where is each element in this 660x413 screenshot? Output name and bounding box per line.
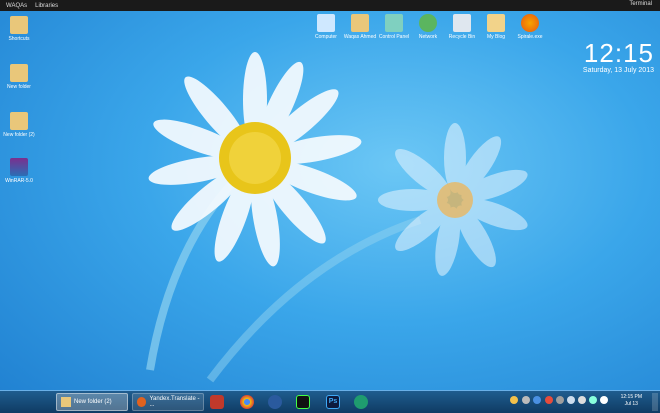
desktop-icon-label: Computer — [315, 34, 337, 40]
desktop-icon-label: Spirale.exe — [517, 34, 543, 40]
desktop-icon-label: My Blog — [486, 34, 506, 40]
desktop-icon-label: New folder — [7, 84, 31, 90]
menu-item-waqas[interactable]: WAQAs — [6, 3, 27, 9]
show-desktop-button[interactable] — [652, 393, 658, 411]
wallpaper-flowers — [146, 52, 528, 383]
taskbar-button-label: New folder (2) — [74, 399, 112, 405]
clock-time: 12:15 — [583, 38, 654, 68]
desktop-icon-label: WinRAR-5.0 — [5, 178, 33, 184]
desktop-icon-label: Control Panel — [378, 34, 410, 40]
photoshop-icon[interactable]: Ps — [326, 395, 340, 409]
desktop-icon-recycle-bin[interactable]: Recycle Bin — [445, 14, 479, 40]
tray-app-icon[interactable] — [567, 396, 575, 404]
desktop-icon-winrar[interactable]: WinRAR-5.0 — [2, 158, 36, 184]
desktop-icon-user-folder[interactable]: Waqas Ahmed — [343, 14, 377, 40]
desktop-icon-shortcuts[interactable]: Shortcuts — [2, 16, 36, 42]
clock-date: Saturday, 13 July 2013 — [582, 67, 654, 74]
recycle-bin-icon — [453, 14, 471, 32]
desktop-icon-new-folder-2[interactable]: New folder (2) — [2, 112, 36, 138]
tray-app-icon[interactable] — [522, 396, 530, 404]
folder-icon — [487, 14, 505, 32]
terminal-icon[interactable] — [296, 395, 310, 409]
tray-app-icon[interactable] — [556, 396, 564, 404]
chrome-icon[interactable] — [240, 395, 254, 409]
messenger-icon[interactable] — [354, 395, 368, 409]
taskbar-button-new-folder-2[interactable]: New folder (2) — [56, 393, 128, 411]
desktop-icon-label: Shortcuts — [8, 36, 30, 42]
desktop-icon-label: Recycle Bin — [448, 34, 476, 40]
desktop-icon-spirale[interactable]: Spirale.exe — [513, 14, 547, 40]
taskbar-clock-time: 12:15 PM — [620, 394, 642, 400]
firefox-icon — [137, 397, 147, 407]
taskbar-button-label: Yandex.Translate - ... — [149, 396, 200, 408]
thunderbird-icon[interactable] — [268, 395, 282, 409]
folder-icon — [10, 64, 28, 82]
desktop-clock: 12:15 Saturday, 13 July 2013 — [583, 38, 654, 74]
desktop-icon-computer[interactable]: Computer — [309, 14, 343, 40]
folder-icon — [10, 16, 28, 34]
winrar-icon — [10, 158, 28, 176]
taskbar-clock[interactable]: 12:15 PM Jul 13 — [621, 394, 642, 408]
terminal-link[interactable]: Terminal — [629, 1, 652, 7]
desktop-icon-network[interactable]: Network — [411, 14, 445, 40]
desktop-icon-label: Waqas Ahmed — [343, 34, 377, 40]
network-icon — [419, 14, 437, 32]
tray-volume-icon[interactable] — [600, 396, 608, 404]
folder-icon — [61, 397, 71, 407]
tray-app-icon[interactable] — [545, 396, 553, 404]
computer-icon — [317, 14, 335, 32]
desktop-icon-my-blog[interactable]: My Blog — [479, 14, 513, 40]
folder-icon — [351, 14, 369, 32]
tray-flag-icon[interactable] — [578, 396, 586, 404]
desktop-icon-label: New folder (2) — [3, 132, 35, 138]
tray-network-icon[interactable] — [589, 396, 597, 404]
menu-item-libraries[interactable]: Libraries — [35, 3, 58, 9]
taskbar-button-yandex[interactable]: Yandex.Translate - ... — [132, 393, 204, 411]
top-menu-bar: WAQAs Libraries Terminal — [0, 0, 660, 11]
desktop-icon-new-folder[interactable]: New folder — [2, 64, 36, 90]
taskbar-clock-date: Jul 13 — [624, 401, 638, 407]
tray-weather-icon[interactable] — [510, 396, 518, 404]
folder-icon — [10, 112, 28, 130]
taskbar: New folder (2) Yandex.Translate - ... Ps… — [0, 390, 660, 413]
books-icon[interactable] — [210, 395, 224, 409]
control-panel-icon — [385, 14, 403, 32]
desktop-icon-control-panel[interactable]: Control Panel — [377, 14, 411, 40]
tray-app-icon[interactable] — [533, 396, 541, 404]
desktop-icon-label: Network — [418, 34, 438, 40]
sun-icon — [521, 14, 539, 32]
